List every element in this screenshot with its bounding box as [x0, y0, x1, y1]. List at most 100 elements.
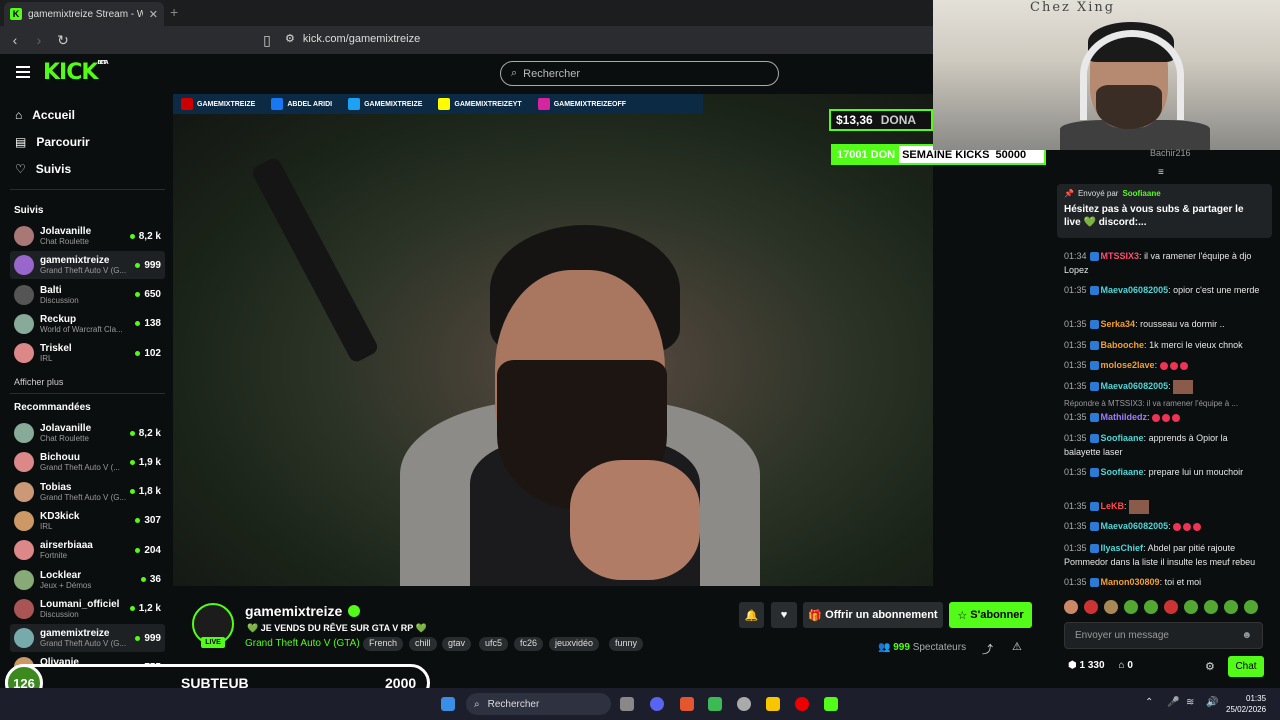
- channel-item[interactable]: Jolavanille Chat Roulette 8,2 k: [10, 222, 165, 250]
- chat-message[interactable]: 01:35 Serka34: rousseau va dormir ..: [1064, 317, 1264, 331]
- channel-item[interactable]: Triskel IRL 102: [10, 339, 165, 367]
- obs-icon[interactable]: [737, 697, 751, 711]
- close-tab-icon[interactable]: ✕: [149, 8, 158, 21]
- emote-icon[interactable]: [1244, 600, 1258, 614]
- youtube-icon[interactable]: [795, 697, 809, 711]
- chat-send-button[interactable]: Chat: [1228, 656, 1264, 677]
- username[interactable]: LeKB: [1101, 501, 1125, 511]
- emote-icon[interactable]: [1084, 600, 1098, 614]
- username[interactable]: Manon030809: [1101, 577, 1160, 587]
- tag[interactable]: jeuxvidéo: [549, 637, 600, 651]
- tag[interactable]: ufc5: [479, 637, 509, 651]
- file-explorer-icon[interactable]: [620, 697, 634, 711]
- emote-icon[interactable]: [1164, 600, 1178, 614]
- collapse-icon[interactable]: ≡: [1158, 167, 1164, 178]
- channel-item[interactable]: Reckup World of Warcraft Cla... 138: [10, 310, 165, 338]
- clock[interactable]: 01:35 25/02/2026: [1226, 693, 1266, 715]
- tag[interactable]: French: [363, 637, 404, 651]
- emote-icon[interactable]: [1064, 600, 1078, 614]
- kick-logo[interactable]: KICKBETA: [43, 60, 109, 85]
- emote-icon[interactable]: [1144, 600, 1158, 614]
- username[interactable]: Soofiaane: [1101, 467, 1144, 477]
- wifi-icon[interactable]: ≋: [1186, 697, 1194, 708]
- username[interactable]: MTSSIX3: [1101, 251, 1140, 261]
- emote-icon[interactable]: [1224, 600, 1238, 614]
- search-input[interactable]: ⌕ Rechercher: [500, 61, 779, 86]
- username[interactable]: Maeva06082005: [1101, 381, 1169, 391]
- username[interactable]: Babooche: [1101, 340, 1145, 350]
- username[interactable]: molose2lave: [1101, 360, 1155, 370]
- username[interactable]: Mathildedz: [1101, 412, 1148, 422]
- notification-bell-icon[interactable]: 🔔: [739, 602, 764, 628]
- channel-item[interactable]: KD3kick IRL 307: [10, 507, 165, 535]
- url-field[interactable]: ⚙ kick.com/gamemixtreize: [285, 32, 420, 46]
- chevron-up-icon[interactable]: ⌃: [1145, 697, 1153, 708]
- chat-message[interactable]: 01:35 Soofiaane: apprends à Opior la bala…: [1064, 431, 1264, 459]
- tag[interactable]: chill: [409, 637, 437, 651]
- channel-item[interactable]: gamemixtreize Grand Theft Auto V (G... 9…: [10, 251, 165, 280]
- channel-item[interactable]: Bichouu Grand Theft Auto V (... 1,9 k: [10, 448, 165, 476]
- emoji-icon[interactable]: ☻: [1241, 630, 1252, 641]
- username[interactable]: Maeva06082005: [1101, 285, 1169, 295]
- pinned-message[interactable]: 📌 Envoyé par Soofiaane Hésitez pas à vous …: [1057, 184, 1272, 238]
- channel-item[interactable]: Tobias Grand Theft Auto V (G... 1,8 k: [10, 478, 165, 506]
- username[interactable]: Serka34: [1101, 319, 1136, 329]
- channel-item[interactable]: Balti Discussion 650: [10, 281, 165, 309]
- chat-input[interactable]: Envoyer un message ☻: [1064, 622, 1263, 649]
- channel-item[interactable]: Loumani_officiel Discussion 1,2 k: [10, 595, 165, 623]
- chat-message[interactable]: 01:35 Maeva06082005:: [1064, 379, 1264, 394]
- chat-message[interactable]: 01:35 Soofiaane: prepare lui un mouchoir: [1064, 465, 1264, 479]
- mic-icon[interactable]: 🎤: [1167, 697, 1179, 708]
- brave-icon[interactable]: [680, 697, 694, 711]
- nav-following[interactable]: ♡ Suivis: [15, 162, 71, 176]
- share-icon[interactable]: ⤴: [982, 641, 993, 657]
- chat-message[interactable]: 01:35 IlyasChief: Abdel par pitié rajoute…: [1064, 541, 1264, 569]
- tag[interactable]: funny: [609, 637, 644, 651]
- discord-icon[interactable]: [650, 697, 664, 711]
- emote-icon[interactable]: [1104, 600, 1118, 614]
- stream-category[interactable]: Grand Theft Auto V (GTA): [245, 638, 360, 649]
- channel-item[interactable]: Jolavanille Chat Roulette 8,2 k: [10, 419, 165, 447]
- chat-message[interactable]: 01:35 LeKB:: [1064, 499, 1264, 514]
- show-more-link[interactable]: Afficher plus: [14, 377, 63, 387]
- username[interactable]: Soofiaane: [1101, 433, 1144, 443]
- chat-message[interactable]: 01:34 MTSSIX3: il va ramener l'équipe à d…: [1064, 249, 1264, 277]
- channel-item[interactable]: Locklear Jeux + Démos 36: [10, 566, 165, 594]
- gear-icon[interactable]: ⚙: [1205, 660, 1215, 673]
- gift-sub-button[interactable]: 🎁 Offrir un abonnement: [803, 602, 943, 628]
- kick-icon[interactable]: [824, 697, 838, 711]
- emote-icon[interactable]: [1124, 600, 1138, 614]
- chat-message[interactable]: 01:35 Manon030809: toi et moi: [1064, 575, 1264, 589]
- menu-icon[interactable]: [16, 66, 30, 78]
- chat-message[interactable]: 01:35 Babooche: 1k merci le vieux chnok: [1064, 338, 1264, 352]
- chat-message[interactable]: 01:35 Maeva06082005:: [1064, 519, 1264, 533]
- channel-item[interactable]: airserbiaaa Fortnite 204: [10, 536, 165, 564]
- app-icon[interactable]: [766, 697, 780, 711]
- volume-icon[interactable]: 🔊: [1206, 697, 1218, 708]
- reload-icon[interactable]: ↻: [54, 32, 72, 49]
- emote-icon[interactable]: [1184, 600, 1198, 614]
- chat-message[interactable]: 01:35 Maeva06082005: opior c'est une merd…: [1064, 283, 1264, 297]
- tag[interactable]: gtav: [442, 637, 472, 651]
- chat-message[interactable]: 01:35 Mathildedz:: [1064, 410, 1264, 424]
- channel-item[interactable]: gamemixtreize Grand Theft Auto V (G... 9…: [10, 624, 165, 653]
- chat-message[interactable]: 01:35 molose2lave:: [1064, 358, 1264, 372]
- channel-name[interactable]: gamemixtreize: [245, 603, 361, 619]
- follow-heart-icon[interactable]: ♥: [771, 602, 797, 628]
- site-info-icon[interactable]: ⚙: [285, 32, 295, 45]
- start-icon[interactable]: [441, 697, 455, 711]
- tag[interactable]: fc26: [514, 637, 544, 651]
- nav-home[interactable]: ⌂ Accueil: [15, 108, 75, 122]
- subscribe-button[interactable]: ☆ S'abonner: [949, 602, 1032, 628]
- browser-tab[interactable]: K gamemixtreize Stream - Watch L ✕: [4, 2, 164, 26]
- chat-points[interactable]: ⬢ 1 330 ⌂ 0: [1068, 660, 1133, 671]
- emote-icon[interactable]: [1204, 600, 1218, 614]
- taskbar-search[interactable]: ⌕ Rechercher: [466, 693, 611, 715]
- bookmark-icon[interactable]: ▯: [258, 32, 276, 49]
- forward-icon[interactable]: ›: [30, 32, 48, 48]
- new-tab-icon[interactable]: +: [170, 4, 178, 20]
- username[interactable]: Maeva06082005: [1101, 521, 1169, 531]
- nav-browse[interactable]: ▤ Parcourir: [15, 135, 90, 149]
- back-icon[interactable]: ‹: [6, 32, 24, 48]
- report-icon[interactable]: ⚠: [1012, 640, 1022, 653]
